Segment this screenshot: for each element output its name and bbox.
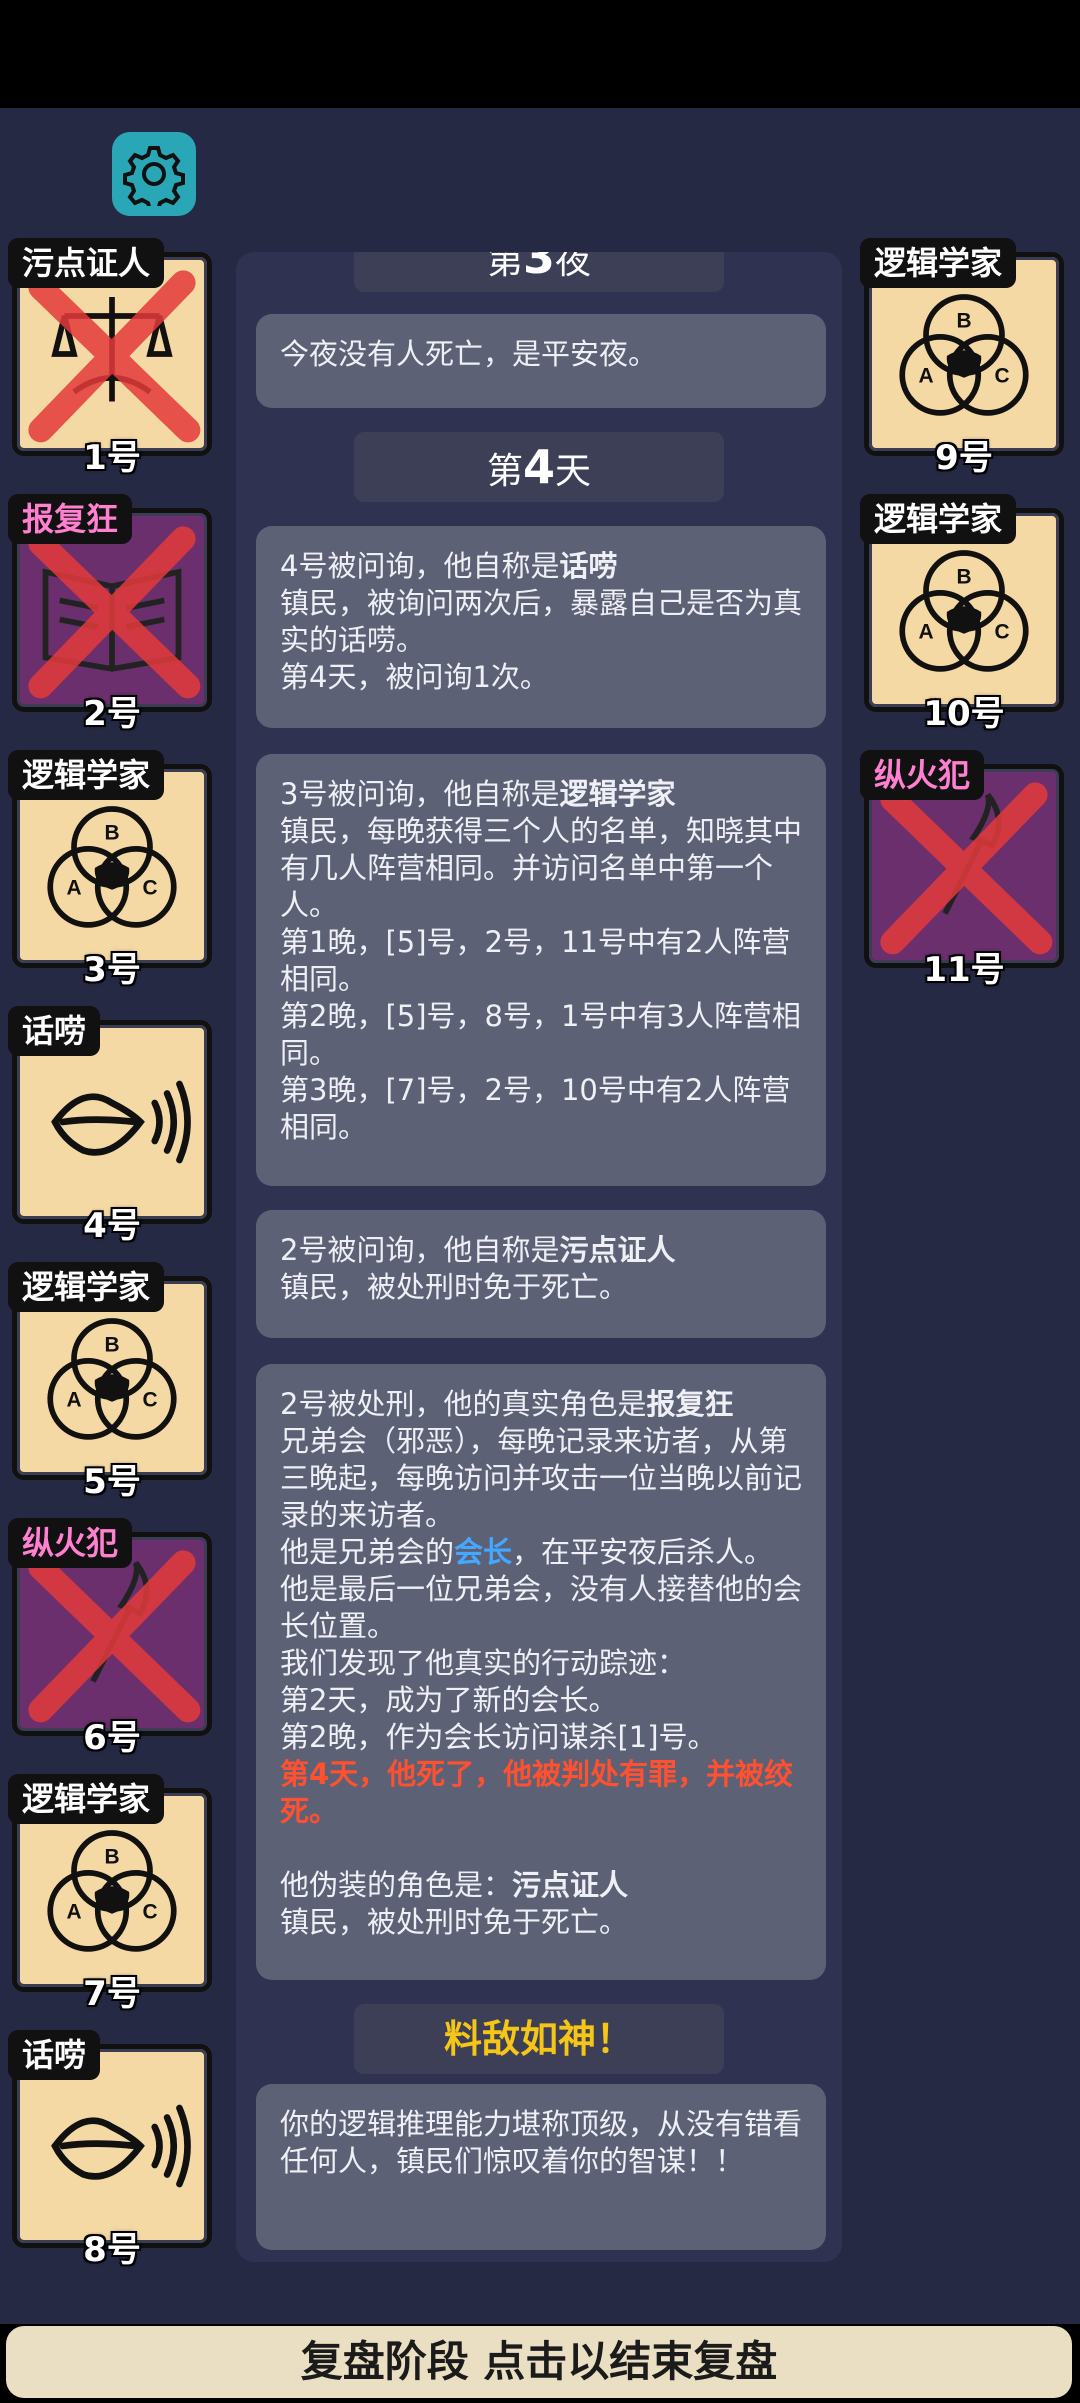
praise-header: 料敌如神！ — [354, 2004, 724, 2074]
end-review-button[interactable]: 复盘阶段 点击以结束复盘 — [6, 2326, 1072, 2398]
log-message: 3号被问询，他自称是逻辑学家 镇民，每晚获得三个人的名单，知晓其中有几人阵营相同… — [256, 754, 826, 1186]
role-label: 污点证人 — [8, 238, 165, 288]
log-message: 你的逻辑推理能力堪称顶级，从没有错看任何人，镇民们惊叹着你的智谋！！ — [256, 2084, 826, 2250]
log-panel[interactable]: 第3夜 今夜没有人死亡，是平安夜。 第4天 4号被问询，他自称是话唠 镇民，被询… — [236, 252, 842, 2262]
svg-text:B: B — [104, 1333, 119, 1356]
night-header: 第3夜 — [354, 252, 724, 292]
player-number: 10号 — [923, 694, 1005, 734]
svg-text:C: C — [994, 365, 1009, 388]
player-number: 4号 — [83, 1206, 141, 1246]
player-number: 9号 — [935, 438, 993, 478]
day-header: 第4天 — [354, 432, 724, 502]
role-label: 纵火犯 — [860, 750, 985, 800]
player-number: 2号 — [83, 694, 141, 734]
svg-text:A: A — [66, 1389, 81, 1412]
role-label: 逻辑学家 — [860, 494, 1017, 544]
log-message: 2号被处刑，他的真实角色是报复狂 兄弟会（邪恶），每晚记录来访者，从第三晚起，每… — [256, 1364, 826, 1980]
svg-text:A: A — [66, 877, 81, 900]
status-bar — [0, 0, 1080, 108]
role-label: 报复狂 — [8, 494, 133, 544]
log-message: 2号被问询，他自称是污点证人 镇民，被处刑时免于死亡。 — [256, 1210, 826, 1338]
svg-text:C: C — [142, 1901, 157, 1924]
player-number: 11号 — [923, 950, 1005, 990]
role-label: 逻辑学家 — [8, 1262, 165, 1312]
svg-text:C: C — [142, 1389, 157, 1412]
role-label: 逻辑学家 — [8, 1774, 165, 1824]
svg-text:C: C — [994, 621, 1009, 644]
log-message: 4号被问询，他自称是话唠 镇民，被询问两次后，暴露自己是否为真实的话唠。 第4天… — [256, 526, 826, 728]
role-label: 逻辑学家 — [8, 750, 165, 800]
player-number: 5号 — [83, 1462, 141, 1502]
player-number: 8号 — [83, 2230, 141, 2270]
player-number: 6号 — [83, 1718, 141, 1758]
svg-text:B: B — [956, 309, 971, 332]
role-label: 纵火犯 — [8, 1518, 133, 1568]
leader-link: 会长 — [454, 1535, 513, 1569]
svg-text:B: B — [104, 821, 119, 844]
svg-text:A: A — [66, 1901, 81, 1924]
role-label: 话唠 — [8, 2030, 101, 2080]
svg-text:B: B — [956, 565, 971, 588]
gear-icon — [123, 146, 185, 206]
svg-text:A: A — [918, 621, 933, 644]
settings-button[interactable] — [112, 132, 196, 216]
player-number: 1号 — [83, 438, 141, 478]
svg-text:A: A — [918, 365, 933, 388]
role-label: 逻辑学家 — [860, 238, 1017, 288]
role-label: 话唠 — [8, 1006, 101, 1056]
player-number: 7号 — [83, 1974, 141, 2014]
svg-text:C: C — [142, 877, 157, 900]
player-number: 3号 — [83, 950, 141, 990]
svg-text:B: B — [104, 1845, 119, 1868]
log-message: 今夜没有人死亡，是平安夜。 — [256, 314, 826, 408]
